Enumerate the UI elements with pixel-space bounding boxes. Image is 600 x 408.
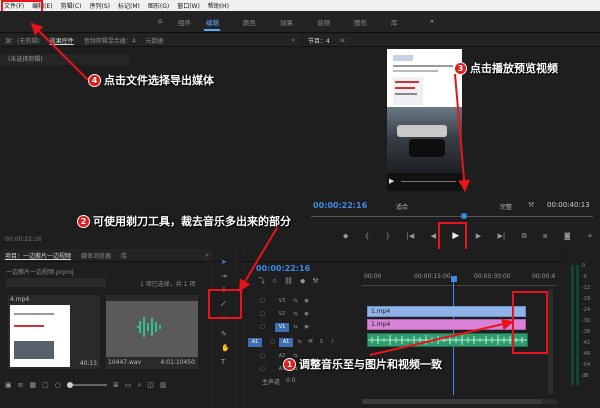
arrow-3 [454,73,471,192]
annotation-4: 4 点击文件选择导出媒体 [88,72,214,88]
arrow-1 [369,318,514,356]
annotation-text: 点击播放预览视频 [470,62,558,75]
arrow-2 [238,225,279,292]
annotation-number: 1 [283,357,296,371]
annotation-1: 1 调整音乐至与图片和视频一致 [283,356,442,372]
annotation-number: 3 [454,61,467,75]
annotation-text: 可使用剃刀工具，裁去音乐多出来的部分 [93,215,291,228]
annotation-2: 2 可使用剃刀工具，裁去音乐多出来的部分 [77,213,291,229]
annotation-number: 4 [88,73,101,87]
annotation-text: 点击文件选择导出媒体 [104,74,214,87]
annotation-3: 3 点击播放预览视频 [454,60,558,76]
annotation-number: 2 [77,214,90,228]
arrow-4 [30,22,89,81]
annotation-text: 调整音乐至与图片和视频一致 [299,358,442,371]
